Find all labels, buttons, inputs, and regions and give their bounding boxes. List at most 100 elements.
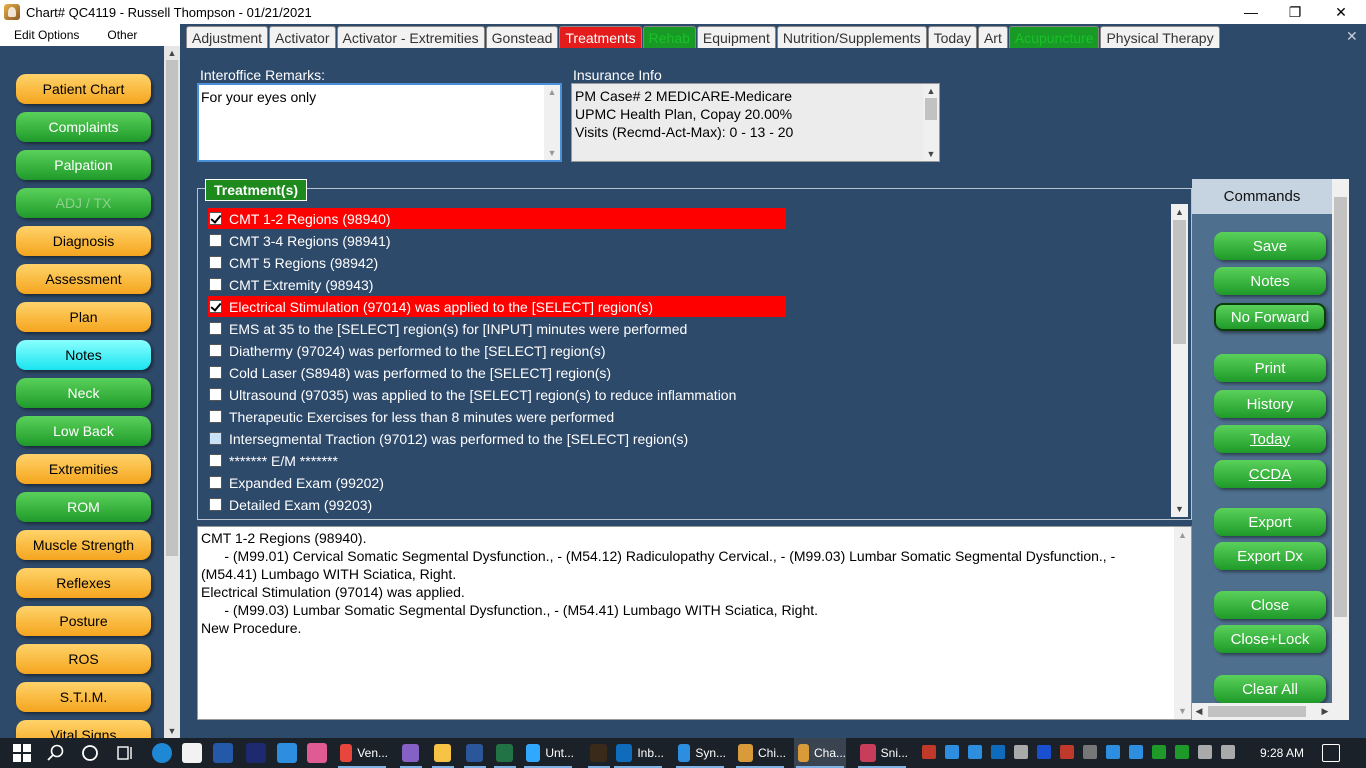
maximize-button[interactable]: ❐ [1272,0,1318,24]
system-tray-icon[interactable] [991,745,1005,759]
taskbar-app-snipping[interactable]: Sni... [856,738,908,768]
taskbar-app-outlook[interactable]: Inb... [612,738,664,768]
treatment-checkbox[interactable] [209,410,222,423]
close-tab-icon[interactable]: ✕ [1346,28,1358,45]
system-tray-icon[interactable] [922,745,936,759]
sidebar-item-plan[interactable]: Plan [16,302,151,332]
sidebar-item-complaints[interactable]: Complaints [16,112,151,142]
sidebar-item-ros[interactable]: ROS [16,644,151,674]
scrollbar-thumb[interactable] [1334,197,1347,617]
scroll-up-icon[interactable]: ▲ [1171,204,1188,220]
sidebar-item-rom[interactable]: ROM [16,492,151,522]
treatment-checkbox[interactable] [209,300,222,313]
treatment-checkbox[interactable] [209,498,222,511]
menu-other[interactable]: Other [93,28,151,42]
treatment-row[interactable]: Detailed Exam (99203) [208,494,786,515]
app-icon-blue[interactable] [213,743,233,763]
treatment-row[interactable]: CMT 5 Regions (98942) [208,252,786,273]
sidebar-item-patient-chart[interactable]: Patient Chart [16,74,151,104]
app-icon-calc[interactable] [277,743,297,763]
procedure-notes-textarea[interactable]: ▲ ▼ CMT 1-2 Regions (98940). - (M99.01) … [197,526,1192,720]
sidebar-item-posture[interactable]: Posture [16,606,151,636]
treatment-checkbox[interactable] [209,476,222,489]
scroll-down-icon[interactable]: ▼ [1171,501,1188,517]
scroll-down-icon[interactable]: ▼ [1174,703,1191,719]
tab-activator[interactable]: Activator [269,26,336,48]
tab-adjustment[interactable]: Adjustment [186,26,269,48]
scroll-up-icon[interactable]: ▲ [1174,527,1191,543]
minimize-button[interactable]: — [1228,0,1274,24]
treatment-row[interactable]: CMT 3-4 Regions (98941) [208,230,786,251]
system-tray-icon[interactable] [1198,745,1212,759]
treatment-row[interactable]: CMT 1-2 Regions (98940) [208,208,786,229]
insurance-scrollbar[interactable]: ▲ ▼ [923,84,939,161]
scroll-right-icon[interactable]: ▶ [1318,703,1332,720]
clear-all-button[interactable]: Clear All [1214,675,1326,703]
scroll-up-icon[interactable]: ▲ [544,85,560,99]
scrollbar-thumb[interactable] [1173,220,1186,344]
notifications-icon[interactable] [1322,744,1340,762]
remarks-textarea[interactable]: For your eyes only ▲ ▼ [197,83,562,162]
system-tray-icon[interactable] [1221,745,1235,759]
export-dx-button[interactable]: Export Dx [1214,542,1326,570]
taskbar-app-photoshop[interactable]: Unt... [522,738,574,768]
edge-icon[interactable] [152,743,172,763]
taskbar-app-word[interactable] [462,738,488,768]
notes-scrollbar[interactable]: ▲ ▼ [1174,527,1191,719]
treatment-checkbox[interactable] [209,388,222,401]
treatments-scrollbar[interactable]: ▲ ▼ [1171,204,1188,517]
sidebar-item-diagnosis[interactable]: Diagnosis [16,226,151,256]
ccda-button[interactable]: CCDA [1214,460,1326,488]
remarks-scrollbar[interactable]: ▲ ▼ [544,85,560,160]
store-icon[interactable] [182,743,202,763]
treatment-row[interactable]: Diathermy (97024) was performed to the [… [208,340,786,361]
treatment-checkbox[interactable] [209,278,222,291]
system-tray-icon[interactable] [1014,745,1028,759]
tab-art[interactable]: Art [977,26,1008,48]
taskbar-app-chart-app[interactable]: Cha... [794,738,846,768]
tab-today[interactable]: Today [927,26,977,48]
scroll-up-icon[interactable]: ▲ [164,46,180,60]
print-button[interactable]: Print [1214,354,1326,382]
tab-acupuncture[interactable]: Acupuncture [1008,26,1100,48]
menu-edit-options[interactable]: Edit Options [0,28,93,42]
commands-horizontal-scrollbar[interactable]: ◀ ▶ [1192,703,1332,720]
tab-activator-extremities[interactable]: Activator - Extremities [336,26,485,48]
history-button[interactable]: History [1214,390,1326,418]
sidebar-item-low-back[interactable]: Low Back [16,416,151,446]
sidebar-item-neck[interactable]: Neck [16,378,151,408]
treatment-checkbox[interactable] [209,322,222,335]
treatment-row[interactable]: Expanded Exam (99202) [208,472,786,493]
taskbar-app-sync[interactable]: Syn... [674,738,726,768]
taskbar-app-visual-studio[interactable] [398,738,424,768]
sidebar-item-vital-signs[interactable]: Vital Signs [16,720,151,738]
tab-physical-therapy[interactable]: Physical Therapy [1100,26,1220,48]
tab-gonstead[interactable]: Gonstead [485,26,559,48]
treatment-row[interactable]: Therapeutic Exercises for less than 8 mi… [208,406,786,427]
task-view-icon[interactable] [115,743,135,763]
app-icon-navy[interactable] [246,743,266,763]
treatment-row[interactable]: Electrical Stimulation (97014) was appli… [208,296,786,317]
sidebar-item-extremities[interactable]: Extremities [16,454,151,484]
tab-equipment[interactable]: Equipment [696,26,776,48]
sidebar-item-assessment[interactable]: Assessment [16,264,151,294]
tab-nutrition-supplements[interactable]: Nutrition/Supplements [776,26,927,48]
insurance-info-box[interactable]: PM Case# 2 MEDICARE-Medicare UPMC Health… [571,83,940,162]
system-tray-icon[interactable] [1037,745,1051,759]
close-button[interactable]: Close [1214,591,1326,619]
sidebar-item-palpation[interactable]: Palpation [16,150,151,180]
treatment-row[interactable]: Intersegmental Traction (97012) was perf… [208,428,786,449]
scroll-left-icon[interactable]: ◀ [1192,703,1206,720]
taskbar-app-chrome[interactable]: Ven... [336,738,388,768]
sidebar-scrollbar[interactable]: ▲ ▼ [164,46,180,738]
no-forward-button[interactable]: No Forward [1214,303,1326,331]
sidebar-item-muscle-strength[interactable]: Muscle Strength [16,530,151,560]
system-tray-icon[interactable] [1083,745,1097,759]
system-tray-icon[interactable] [1152,745,1166,759]
export-button[interactable]: Export [1214,508,1326,536]
commands-vertical-scrollbar[interactable] [1332,179,1349,720]
sidebar-item-s-t-i-m[interactable]: S.T.I.M. [16,682,151,712]
system-tray-icon[interactable] [1060,745,1074,759]
system-clock[interactable]: 9:28 AM [1260,738,1304,768]
treatment-checkbox[interactable] [209,212,222,225]
